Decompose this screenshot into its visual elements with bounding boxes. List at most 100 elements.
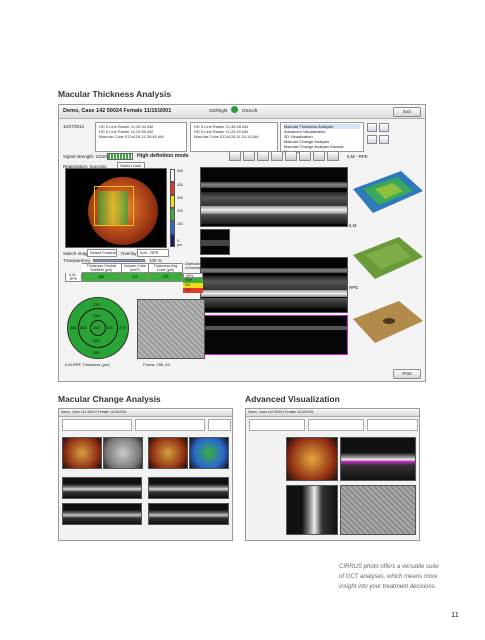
settings-icon[interactable] [379,135,389,144]
analysis-panel[interactable] [208,419,231,431]
scan-list-right[interactable]: HD 5 Line Raster 11:36:28 AM HD 5 Line R… [190,122,278,152]
oct-bscan-vertical[interactable] [200,257,348,313]
table-cell: 275 [147,272,184,282]
thickness-map-3d-ilm-rpe[interactable] [349,161,425,223]
table-cell: 9.9 [120,272,149,282]
tool-button-6[interactable] [299,151,311,161]
heading-macular-change: Macular Change Analysis [58,394,161,404]
analysis-list[interactable]: Macular Thickness Analysis Advanced Visu… [280,122,364,154]
distribution-item: 1% [183,288,203,293]
baseline-change-map [103,437,143,469]
table-header: Thickness Central Subfield (µm) [80,263,122,273]
macular-thickness-screenshot: Demo, Case 142 50024 Female 11/15/2001 O… [58,104,426,382]
etdrs-value: 325 [106,325,113,330]
etdrs-value: 320 [93,338,100,343]
fovea-image[interactable] [137,299,205,359]
fundus-image-small[interactable] [286,437,338,481]
switch-image-dropdown[interactable]: Select Fundus [87,249,117,257]
scan-item[interactable]: Macular Cube 512x128 11:30:45 AM [99,134,183,139]
analysis-panel[interactable] [367,419,418,431]
tool-button-2[interactable] [243,151,255,161]
exit-button[interactable]: Exit [393,107,421,117]
surface-map-ilm[interactable] [349,229,425,285]
table-row-label: ILM - RPE [65,272,82,282]
table-cell: 262 [80,272,122,282]
oct-bscan-horizontal[interactable] [200,167,348,227]
oct-small-view-1[interactable] [200,229,230,255]
patient-title: Demo, Case 142 50024 Female 11/15/2001 [63,108,172,114]
tool-button-3[interactable] [257,151,269,161]
small-title-bar: Demo, Case 142 50024 Female 11/15/2001 [246,409,419,417]
followup-change-map [189,437,229,469]
baseline-bscan-2 [62,503,142,525]
etdrs-value: 306 [80,325,87,330]
overlay-label: Overlay [121,251,137,256]
signal-strength-bar [107,153,133,160]
heading-macular-thickness: Macular Thickness Analysis [58,89,172,99]
etdrs-value: 280 [70,325,77,330]
surface-map-rpe[interactable] [349,291,425,353]
scale-tick: 100 [177,222,183,226]
scale-tick: 400 [177,183,183,187]
eye-od-label[interactable]: OD/Right [209,108,228,113]
small-title-bar: Demo, Case 142 50024 Female 11/15/2001 [59,409,232,417]
scan-list-panel[interactable] [308,419,364,431]
scan-list-panel[interactable] [135,419,205,431]
table-header: Volume Cube (mm³) [120,263,149,273]
thickness-table: Thickness Central Subfield (µm) Volume C… [65,263,184,282]
etdrs-value: 277 [119,325,126,330]
compare-icon[interactable] [367,135,377,144]
etdrs-thickness-map: 262 318 325 320 306 270 277 290 280 [67,297,129,359]
export-icon[interactable] [379,123,389,132]
advanced-visualization-screenshot: Demo, Case 142 50024 Female 11/15/2001 [245,408,420,541]
fundus-image[interactable] [65,168,167,248]
thickness-scale: 500 400 300 200 100 0 µm [170,169,183,247]
eye-os-label[interactable]: OS/Left [242,108,257,113]
transparency-slider[interactable] [93,259,145,262]
followup-bscan [148,477,229,499]
scale-tick: 300 [177,196,183,200]
ilm-label: ILM [349,223,357,228]
etdrs-value: 270 [93,302,100,307]
scale-tick: 0 µm [177,239,183,247]
overlay-dropdown[interactable]: ILM - RPE [137,249,169,257]
oct-bscan-small[interactable] [340,437,416,481]
hd-mode-label: High definition mode [137,153,189,159]
report-icon[interactable] [367,123,377,132]
enface-image-small[interactable] [340,485,416,535]
scan-list-panel[interactable] [249,419,305,431]
scan-item[interactable]: Macular Cube 512x128 11:31:15 AM [194,134,274,139]
followup-bscan-2 [148,503,229,525]
distribution-label: Distribution of Normals [185,262,201,270]
oct-vertical-small[interactable] [286,485,338,535]
etdrs-caption: ILM-RPE Thickness (µm) [65,362,110,367]
signal-strength-label: Signal strength: 10/10 [63,154,107,159]
tool-button-4[interactable] [271,151,283,161]
tool-button-1[interactable] [229,151,241,161]
tool-button-5[interactable] [285,151,297,161]
print-button[interactable]: Print [393,369,421,379]
oct-cross-section[interactable] [200,315,348,355]
fovea-caption: Fovea: 256, 63 [143,362,170,367]
exam-date[interactable]: 10/27/2012 [63,124,84,129]
macular-change-screenshot: Demo, Case 142 50024 Female 11/15/2001 [58,408,233,541]
tool-button-8[interactable] [327,151,339,161]
scale-tick: 200 [177,209,183,213]
rpe-label: RPE [349,285,359,290]
ilm-rpe-label: ILM - RPE [347,154,368,159]
baseline-fundus [62,437,102,469]
scan-region-square[interactable] [94,186,134,226]
figure-caption: CIRRUS photo offers a versatile suite of… [339,564,439,590]
etdrs-value: 290 [93,350,100,355]
heading-advanced-visualization: Advanced Visualization [245,394,340,404]
scale-tick: 500 [177,169,183,173]
table-header: Thickness Avg Cube (µm) [147,263,184,273]
scan-list-panel[interactable] [62,419,132,431]
distribution-legend: Distribution of Normals 99% 95% 5% 1% [183,262,203,293]
scan-list-left[interactable]: HD 5 Line Raster 11:35:42 AM HD 5 Line R… [95,122,187,152]
baseline-bscan [62,477,142,499]
eye-indicator-icon [231,106,238,113]
switch-image-label: Switch Image [63,251,91,256]
page-number: 11 [451,610,459,619]
tool-button-7[interactable] [313,151,325,161]
